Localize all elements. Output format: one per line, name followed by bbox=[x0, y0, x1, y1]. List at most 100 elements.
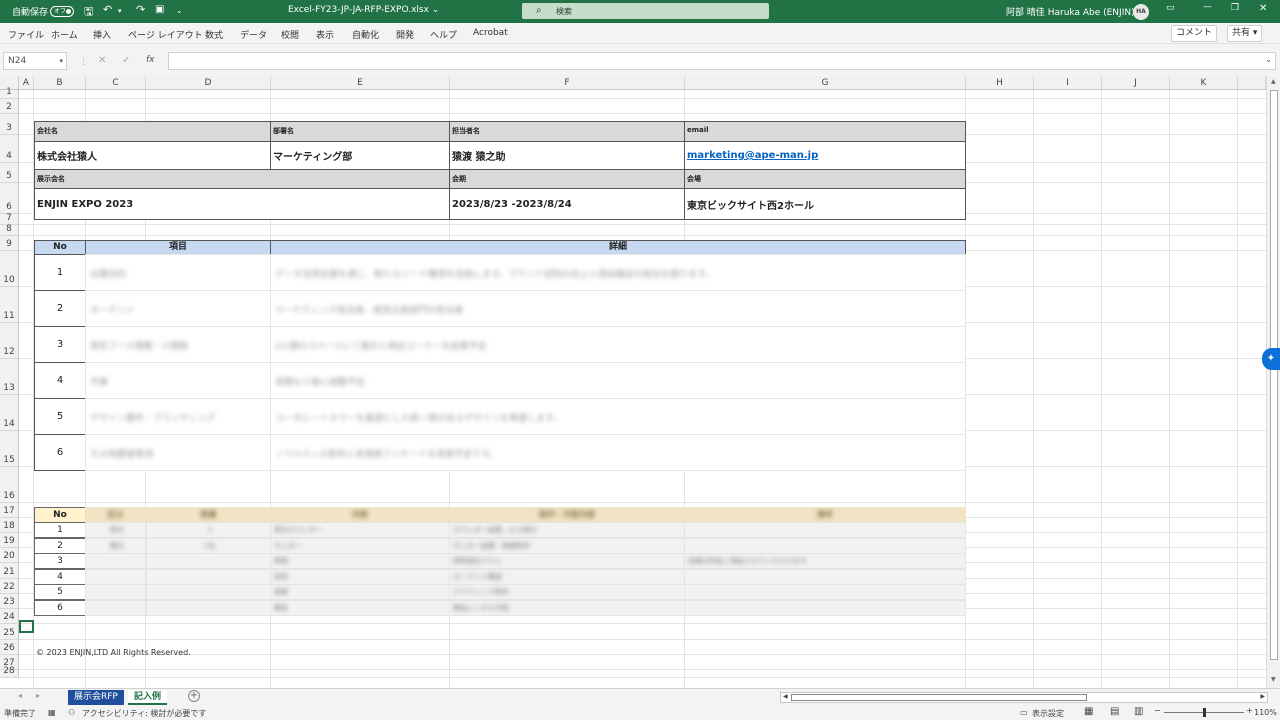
tab-help[interactable]: ヘルプ bbox=[430, 28, 457, 41]
dropbox-icon[interactable]: ✦ bbox=[1262, 348, 1280, 370]
table2-cell-d[interactable] bbox=[146, 599, 271, 616]
tab-home[interactable]: ホーム bbox=[51, 28, 78, 41]
table1-row-detail-cell[interactable]: ノベルティの配布と来場者アンケートを実施予定です。 bbox=[270, 434, 966, 471]
file-name[interactable]: Excel-FY23-JP-JA-RFP-EXPO.xlsx ⌄ bbox=[288, 5, 439, 15]
column-header-i[interactable]: I bbox=[1034, 76, 1102, 90]
table2-cell-g[interactable] bbox=[684, 522, 966, 538]
table2-cell-f[interactable]: 照明演出プラン bbox=[449, 553, 685, 569]
row-header-25[interactable]: 25 bbox=[0, 624, 19, 640]
vertical-scrollbar[interactable]: ▲ ▼ bbox=[1266, 76, 1280, 688]
row-header-23[interactable]: 23 bbox=[0, 594, 19, 609]
table2-cell-e[interactable]: 照明 bbox=[270, 553, 450, 569]
worksheet[interactable]: ABCDEFGHIJK 1 2 3 4 5 6 7 8 9 10 11 12 13 14 15 16 17 18 1… bbox=[0, 76, 1280, 688]
table2-cell-e[interactable]: 装飾 bbox=[270, 584, 450, 600]
formula-input[interactable]: ⌄ bbox=[168, 52, 1276, 70]
table1-row-detail-cell[interactable]: データ活用支援を通じ、新たなリード獲得を目指します。ブランド認知の向上と商談機会… bbox=[270, 254, 966, 291]
zoom-slider-thumb[interactable] bbox=[1203, 708, 1206, 717]
table1-row-item-cell[interactable]: デザイン要件・ブランディング bbox=[85, 398, 271, 435]
tab-data[interactable]: データ bbox=[240, 28, 267, 41]
period-value[interactable]: 2023/8/23 -2023/8/24 bbox=[449, 188, 685, 220]
row-header-1[interactable]: 1 bbox=[0, 87, 19, 99]
expo-value[interactable]: ENJIN EXPO 2023 bbox=[34, 188, 450, 220]
vertical-scroll-thumb[interactable] bbox=[1270, 90, 1278, 660]
row-header-21[interactable]: 21 bbox=[0, 563, 19, 579]
row-header-24[interactable]: 24 bbox=[0, 609, 19, 624]
horizontal-scrollbar[interactable]: ◀ ▶ bbox=[780, 692, 1268, 703]
cancel-icon[interactable]: ✕ bbox=[98, 55, 106, 66]
table2-cell-e[interactable]: 床材 bbox=[270, 568, 450, 585]
redo-icon[interactable]: ↷ bbox=[136, 3, 145, 16]
row-header-13[interactable]: 13 bbox=[0, 359, 19, 395]
insert-function-icon[interactable]: fx bbox=[146, 55, 155, 65]
undo-dropdown-icon[interactable]: ▾ bbox=[118, 7, 122, 15]
zoom-level[interactable]: 110% bbox=[1254, 708, 1277, 717]
ribbon-display-icon[interactable]: ▭ bbox=[1166, 3, 1175, 13]
email-link[interactable]: marketing@ape-man.jp bbox=[684, 141, 966, 170]
enter-icon[interactable]: ✓ bbox=[122, 55, 130, 66]
column-header-j[interactable]: J bbox=[1102, 76, 1170, 90]
row-header-6[interactable]: 6 bbox=[0, 183, 19, 214]
column-header-b[interactable]: B bbox=[34, 76, 86, 90]
table2-cell-d[interactable] bbox=[146, 553, 271, 569]
table2-cell-g[interactable] bbox=[684, 537, 966, 554]
tab-automate[interactable]: 自動化 bbox=[352, 28, 379, 41]
undo-icon[interactable]: ↶ bbox=[103, 3, 112, 16]
row-header-3[interactable]: 3 bbox=[0, 114, 19, 135]
zoom-in-icon[interactable]: + bbox=[1246, 706, 1253, 715]
venue-value[interactable]: 東京ビックサイト西2ホール bbox=[684, 188, 966, 220]
table2-cell-d[interactable]: 1 bbox=[146, 522, 271, 538]
macro-record-icon[interactable]: ▦ bbox=[48, 708, 56, 717]
tab-file[interactable]: ファイル bbox=[8, 28, 44, 41]
customize-qat-icon[interactable]: ⌄ bbox=[176, 6, 183, 15]
comment-button[interactable]: コメント bbox=[1171, 25, 1218, 42]
row-header-8[interactable]: 8 bbox=[0, 224, 19, 236]
column-header-c[interactable]: C bbox=[86, 76, 146, 90]
search-box[interactable]: ⌕ 検索 bbox=[522, 3, 769, 19]
row-header-2[interactable]: 2 bbox=[0, 99, 19, 114]
table2-cell-c[interactable] bbox=[85, 599, 146, 616]
display-settings-icon[interactable]: ▭ bbox=[1020, 708, 1028, 717]
close-icon[interactable]: ✕ bbox=[1259, 3, 1267, 14]
page-break-view-icon[interactable]: ▥ bbox=[1134, 706, 1143, 717]
restore-icon[interactable]: ❐ bbox=[1231, 3, 1239, 13]
sheet-tab-example[interactable]: 記入例 bbox=[128, 690, 168, 705]
table2-cell-e[interactable]: モニター bbox=[270, 537, 450, 554]
zoom-out-icon[interactable]: − bbox=[1154, 706, 1161, 715]
column-header-k[interactable]: K bbox=[1170, 76, 1238, 90]
row-header-4[interactable]: 4 bbox=[0, 135, 19, 163]
column-header-e[interactable]: E bbox=[271, 76, 450, 90]
row-header-5[interactable]: 5 bbox=[0, 163, 19, 183]
avatar[interactable]: HA bbox=[1133, 4, 1149, 20]
table1-row-detail-cell[interactable]: マーケティング担当者、経営企画部門の担当者 bbox=[270, 290, 966, 327]
column-header-d[interactable]: D bbox=[146, 76, 271, 90]
table2-cell-c[interactable] bbox=[85, 568, 146, 585]
autosave-toggle[interactable]: オフ bbox=[50, 6, 74, 17]
table2-cell-f[interactable]: モニター設置・映像制作 bbox=[449, 537, 685, 554]
row-header-19[interactable]: 19 bbox=[0, 533, 19, 548]
row-header-28[interactable]: 28 bbox=[0, 666, 19, 678]
table1-row-item-cell[interactable]: 出展目的 bbox=[85, 254, 271, 291]
horizontal-scroll-thumb[interactable] bbox=[791, 694, 1087, 701]
next-sheet-icon[interactable]: ▸ bbox=[36, 691, 40, 700]
table2-cell-g[interactable]: 詳細は別途ご相談させていただきます bbox=[684, 553, 966, 569]
minimize-icon[interactable]: — bbox=[1203, 2, 1212, 12]
table2-cell-f[interactable]: カーペット敷設 bbox=[449, 568, 685, 585]
user-name[interactable]: 阿部 晴佳 Haruka Abe (ENJIN) bbox=[1006, 5, 1135, 18]
table1-row-item-cell[interactable]: その他要望事項 bbox=[85, 434, 271, 471]
sheet-tab-rfp[interactable]: 展示会RFP bbox=[68, 690, 124, 705]
table1-row-detail-cell[interactable]: コーポレートカラーを基調とした統一感のあるデザインを希望します。 bbox=[270, 398, 966, 435]
name-box[interactable]: N24 ▾ bbox=[3, 52, 67, 70]
table2-cell-d[interactable]: 2台 bbox=[146, 537, 271, 554]
tab-insert[interactable]: 挿入 bbox=[93, 28, 111, 41]
normal-view-icon[interactable]: ▦ bbox=[1084, 706, 1093, 717]
tab-page-layout[interactable]: ページ レイアウト bbox=[128, 28, 203, 41]
prev-sheet-icon[interactable]: ◂ bbox=[18, 691, 22, 700]
page-layout-view-icon[interactable]: ▤ bbox=[1110, 706, 1119, 717]
row-header-12[interactable]: 12 bbox=[0, 323, 19, 359]
dept-value[interactable]: マーケティング部 bbox=[270, 141, 450, 170]
row-header-9[interactable]: 9 bbox=[0, 236, 19, 251]
column-header-h[interactable]: H bbox=[966, 76, 1034, 90]
row-header-16[interactable]: 16 bbox=[0, 467, 19, 503]
table2-cell-g[interactable] bbox=[684, 584, 966, 600]
table1-row-detail-cell[interactable]: 2小間のスペースにて展示と商談コーナーを設置予定 bbox=[270, 326, 966, 363]
